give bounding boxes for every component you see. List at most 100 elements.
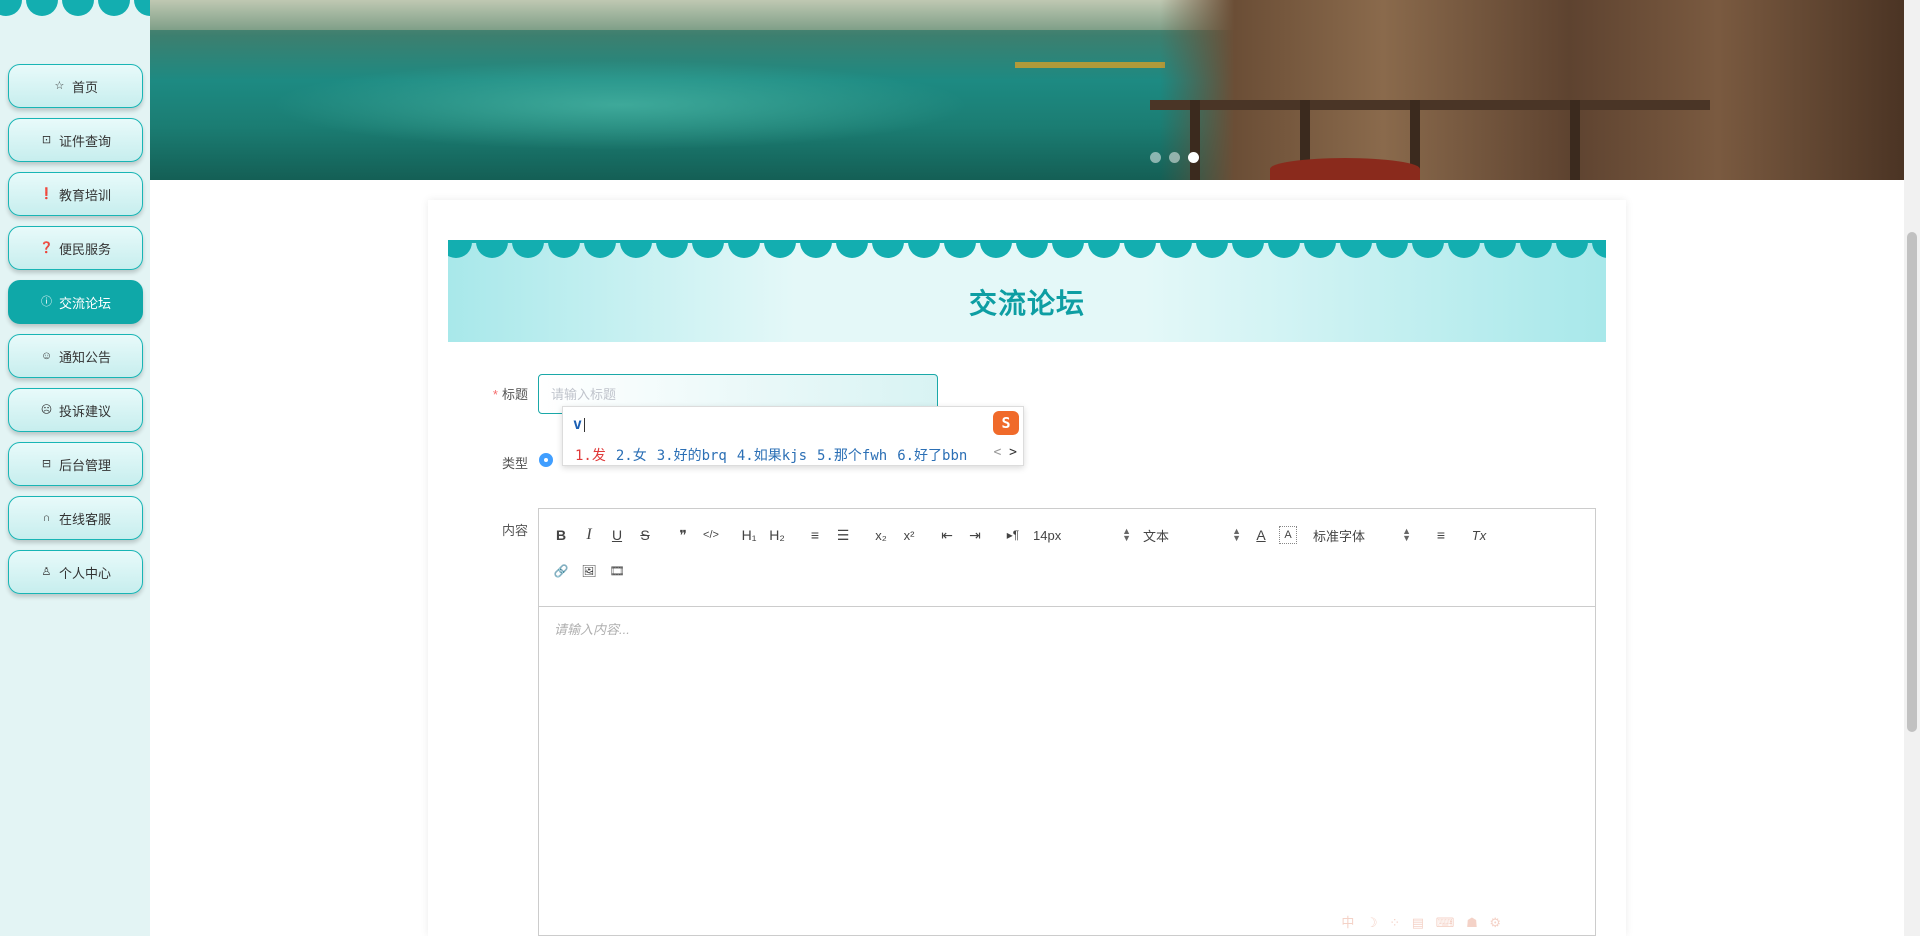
outdent-button[interactable]: ⇤ [933, 521, 961, 549]
ime-candidate-popup: v S 1.发 2.女 3.好的brq 4.如果kjs 5.那个fwh 6.好了… [562, 406, 1024, 466]
sidebar-item-forum[interactable]: ⓘ 交流论坛 [8, 280, 143, 324]
indent-button[interactable]: ⇥ [961, 521, 989, 549]
sidebar-item-notices[interactable]: ☺ 通知公告 [8, 334, 143, 378]
heading1-button[interactable]: H₁ [735, 521, 763, 549]
type-radio[interactable] [539, 453, 553, 467]
bullet-list-button[interactable]: ☰ [829, 521, 857, 549]
bold-button[interactable]: B [547, 521, 575, 549]
page-title: 交流论坛 [968, 288, 1085, 319]
sidebar-item-home[interactable]: ☆ 首页 [8, 64, 143, 108]
banner-pier-rail [1015, 62, 1165, 68]
header-select[interactable]: 文本 ▲ ▼ [1137, 521, 1247, 549]
sidebar-item-label: 在线客服 [58, 511, 111, 527]
banner-pier-post [1570, 100, 1580, 180]
sidebar-item-online-support[interactable]: ∩ 在线客服 [8, 496, 143, 540]
title-banner: 交流论坛 [448, 240, 1606, 342]
sidebar-item-label: 便民服务 [58, 241, 111, 257]
banner-boathouse [1160, 0, 1904, 180]
image-button[interactable]: 🖼 [575, 557, 603, 585]
alert-icon: ❗ [39, 187, 54, 200]
content-label: 内容 [501, 523, 528, 538]
blockquote-button[interactable]: ❞ [669, 521, 697, 549]
rich-text-editor: B I U S ❞ </> H₁ H₂ ≡ ☰ x₂ x² ⇤ ⇥ ▸¶ 14p… [538, 508, 1596, 936]
editor-toolbar: B I U S ❞ </> H₁ H₂ ≡ ☰ x₂ x² ⇤ ⇥ ▸¶ 14p… [539, 509, 1595, 607]
sidebar-item-label: 后台管理 [58, 457, 111, 473]
ime-candidate[interactable]: 5.那个fwh [817, 445, 887, 465]
ime-candidate[interactable]: 6.好了bbn [897, 445, 967, 465]
sidebar-item-services[interactable]: ❓ 便民服务 [8, 226, 143, 270]
banner-boat [1270, 158, 1420, 180]
ime-candidate[interactable]: 1.发 [575, 445, 606, 465]
ime-prev-page-button[interactable]: < [994, 445, 1002, 460]
ime-next-page-button[interactable]: > [1009, 445, 1017, 460]
ordered-list-button[interactable]: ≡ [801, 521, 829, 549]
carousel-dot-active[interactable] [1188, 152, 1199, 163]
type-label: 类型 [501, 456, 528, 471]
bag-icon: ⊡ [41, 133, 52, 146]
font-size-select[interactable]: 14px ▲ ▼ [1027, 521, 1137, 549]
ime-status-tray[interactable]: 中 ☽ ⁘ ▤ ⌨ ☗ ⚙ [1341, 912, 1505, 931]
ime-candidate[interactable]: 3.好的brq [657, 445, 727, 465]
user-icon: ♙ [41, 565, 52, 578]
clean-format-button[interactable]: Tx [1465, 521, 1493, 549]
font-color-button[interactable]: A [1247, 521, 1275, 549]
sidebar-item-label: 教育培训 [58, 187, 111, 203]
headset-icon: ∩ [42, 511, 51, 524]
ime-composition-text: v [573, 415, 583, 433]
required-mark: * [492, 387, 498, 402]
forum-post-card: 交流论坛 *标题 类型 内容 B I U S ❞ </> H₁ H₂ ≡ ☰ [428, 200, 1626, 936]
heading2-button[interactable]: H₂ [763, 521, 791, 549]
background-color-button[interactable]: A [1279, 526, 1297, 544]
sidebar-item-label: 证件查询 [58, 133, 111, 149]
lock-icon: ⊟ [41, 457, 52, 470]
toolbar-row: 🔗 🖼 🎞 [547, 553, 1587, 589]
superscript-button[interactable]: x² [895, 521, 923, 549]
video-button[interactable]: 🎞 [603, 557, 631, 585]
font-family-value: 标准字体 [1313, 528, 1366, 544]
sidebar-item-admin[interactable]: ⊟ 后台管理 [8, 442, 143, 486]
sidebar-item-label: 投诉建议 [58, 403, 111, 419]
link-button[interactable]: 🔗 [547, 557, 575, 585]
subscript-button[interactable]: x₂ [867, 521, 895, 549]
font-size-value: 14px [1033, 527, 1062, 543]
ime-logo-icon[interactable]: S [993, 411, 1019, 435]
strike-button[interactable]: S [631, 521, 659, 549]
sidebar-item-certificate-query[interactable]: ⊡ 证件查询 [8, 118, 143, 162]
sidebar: ☆ 首页 ⊡ 证件查询 ❗ 教育培训 ❓ 便民服务 ⓘ 交流论坛 ☺ 通知公告 … [0, 0, 150, 936]
underline-button[interactable]: U [603, 521, 631, 549]
ime-candidate[interactable]: 4.如果kjs [737, 445, 807, 465]
sidebar-item-profile[interactable]: ♙ 个人中心 [8, 550, 143, 594]
star-icon: ☆ [54, 79, 65, 92]
scrollbar-thumb[interactable] [1907, 232, 1917, 732]
info-icon: ⓘ [40, 295, 52, 308]
ime-candidates: 1.发 2.女 3.好的brq 4.如果kjs 5.那个fwh 6.好了bbn [575, 445, 967, 465]
ime-composition: v [573, 415, 586, 433]
banner-water [270, 60, 970, 150]
code-block-button[interactable]: </> [697, 521, 725, 549]
editor-placeholder: 请输入内容... [554, 622, 630, 637]
sidebar-item-label: 通知公告 [58, 349, 111, 365]
font-family-select[interactable]: 标准字体 ▲ ▼ [1307, 521, 1417, 549]
ime-caret [584, 417, 586, 432]
smile-icon: ☺ [40, 349, 53, 362]
ime-candidate[interactable]: 2.女 [616, 445, 647, 465]
align-button[interactable]: ≡ [1427, 521, 1455, 549]
title-label: * 标题 [468, 384, 528, 403]
italic-button[interactable]: I [575, 521, 603, 549]
sidebar-item-complaints[interactable]: ☹ 投诉建议 [8, 388, 143, 432]
sad-icon: ☹ [40, 403, 53, 416]
select-arrows-icon: ▲ ▼ [1402, 526, 1411, 543]
sidebar-item-label: 个人中心 [58, 565, 111, 581]
ime-page-nav: < > [994, 445, 1017, 460]
sidebar-item-label: 交流论坛 [58, 295, 111, 311]
carousel-dot[interactable] [1169, 152, 1180, 163]
sidebar-item-education[interactable]: ❗ 教育培训 [8, 172, 143, 216]
banner-carousel [150, 0, 1904, 180]
title-scallop-decoration [448, 240, 1606, 260]
sidebar-scallop-decoration [0, 0, 150, 20]
editor-content-area[interactable]: 请输入内容... 中 ☽ ⁘ ▤ ⌨ ☗ ⚙ [539, 607, 1595, 935]
text-direction-button[interactable]: ▸¶ [999, 521, 1027, 549]
question-icon: ❓ [39, 241, 54, 254]
page-scrollbar[interactable] [1904, 0, 1920, 936]
carousel-dot[interactable] [1150, 152, 1161, 163]
